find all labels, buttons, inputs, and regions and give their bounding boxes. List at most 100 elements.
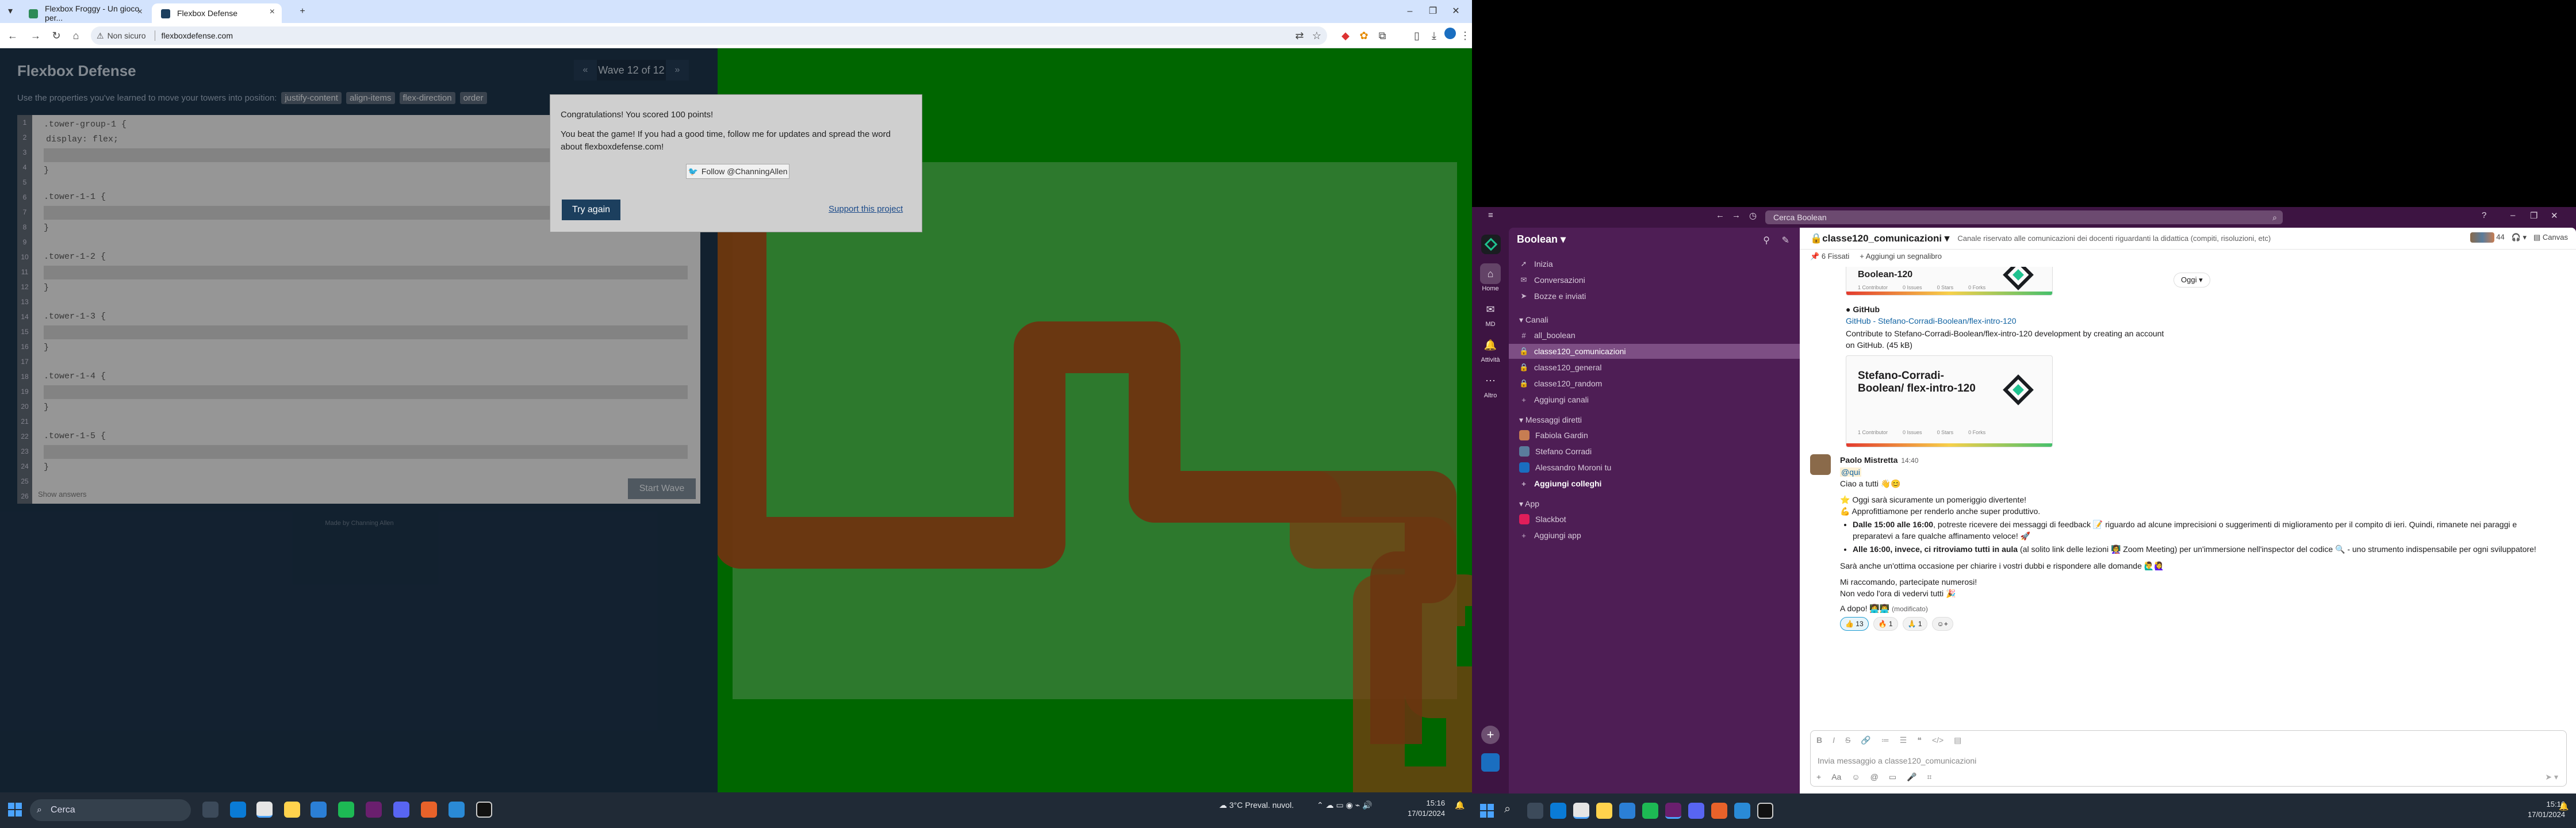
notification-icon[interactable]: 🔔	[2559, 802, 2569, 811]
file-explorer-icon[interactable]	[1596, 803, 1612, 819]
maximize-icon[interactable]: ❐	[2530, 210, 2537, 221]
clock[interactable]: 15:16 17/01/2024	[1408, 798, 1445, 819]
github-icon[interactable]	[1757, 803, 1773, 819]
rail-dm[interactable]: ✉ MD	[1472, 299, 1509, 328]
italic-icon[interactable]: I	[1833, 735, 1835, 745]
code-icon[interactable]: </>	[1932, 735, 1943, 745]
sidebar-item-channel-active[interactable]: 🔒 classe120_comunicazioni	[1509, 344, 1800, 359]
avatar[interactable]	[1810, 454, 1831, 475]
slack-icon[interactable]	[1665, 803, 1681, 819]
code-block-icon[interactable]: ▤	[1954, 735, 1961, 745]
workspace-name[interactable]: Boolean ▾	[1517, 233, 1566, 246]
members-button[interactable]: 44	[2470, 232, 2505, 243]
sidebar-item-dm[interactable]: Fabiola Gardin	[1509, 428, 1800, 443]
rail-activity[interactable]: 🔔 Attività	[1472, 335, 1509, 364]
compose-icon[interactable]: ✎	[1782, 235, 1789, 246]
edge-icon[interactable]	[1550, 803, 1566, 819]
github-icon[interactable]	[476, 802, 492, 818]
avatar[interactable]	[1481, 753, 1500, 772]
tab-flexbox-defense[interactable]: Flexbox Defense ×	[152, 3, 282, 23]
strike-icon[interactable]: S	[1845, 735, 1850, 745]
canvas-button[interactable]: ▤ Canvas	[2533, 233, 2568, 242]
translate-icon[interactable]: ⇄	[1291, 28, 1308, 44]
maximize-icon[interactable]: ❐	[1425, 3, 1441, 20]
close-tab-icon[interactable]: ×	[270, 7, 275, 17]
sidebar-item-conversazioni[interactable]: ✉ Conversazioni	[1509, 273, 1800, 288]
forward-icon[interactable]: →	[28, 28, 44, 44]
address-bar[interactable]: ⚠ Non sicuro flexboxdefense.com	[91, 26, 1327, 45]
github-link[interactable]: GitHub - Stefano-Corradi-Boolean/flex-in…	[1846, 316, 2016, 325]
bullet-list-icon[interactable]: ☰	[1900, 735, 1907, 745]
reload-icon[interactable]: ↻	[48, 28, 64, 44]
workspace-logo[interactable]	[1481, 235, 1501, 254]
spotify-icon[interactable]	[338, 802, 354, 818]
bold-icon[interactable]: B	[1816, 735, 1822, 745]
microphone-icon[interactable]: 🎤	[1907, 772, 1916, 782]
store-icon[interactable]	[310, 802, 327, 818]
windows-start-icon[interactable]	[8, 803, 22, 816]
pinned-button[interactable]: 📌 6 Fissati	[1810, 252, 1849, 261]
system-tray-icons[interactable]: ⌃ ☁ ▭ ◉ ⌁ 🔊	[1317, 800, 1372, 810]
sidebar-item-channel[interactable]: # all_boolean	[1509, 328, 1800, 343]
tab-flexbox-froggy[interactable]: Flexbox Froggy - Un gioco per... ×	[20, 3, 150, 23]
send-button[interactable]: ➤ ▾	[2545, 772, 2558, 782]
back-icon[interactable]: ←	[5, 28, 21, 44]
mention[interactable]: @qui	[1840, 467, 1861, 477]
download-icon[interactable]: ⤓	[1426, 28, 1442, 44]
app-icon[interactable]	[1711, 803, 1727, 819]
create-button[interactable]: +	[1481, 726, 1500, 744]
slack-search[interactable]: Cerca Boolean ⌕	[1765, 210, 2283, 224]
at-icon[interactable]: @	[1870, 772, 1879, 782]
extensions-puzzle-icon[interactable]: ⧉	[1374, 28, 1390, 44]
menu-icon[interactable]: ≡	[1488, 210, 1493, 220]
follow-twitter-button[interactable]: 🐦 Follow @ChanningAllen	[686, 164, 789, 179]
quote-icon[interactable]: ❝	[1917, 735, 1922, 745]
sidebar-item-dm[interactable]: Alessandro Moroni tu	[1509, 460, 1800, 475]
chrome-icon[interactable]	[256, 802, 273, 818]
channels-heading[interactable]: ▾ Canali	[1519, 315, 1548, 325]
close-window-icon[interactable]: ✕	[1448, 3, 1464, 20]
link-preview-card[interactable]: Stefano-Corradi-Boolean/ flex-intro-120 …	[1846, 355, 2053, 447]
history-icon[interactable]: ◷	[1749, 210, 1757, 221]
video-icon[interactable]: ▭	[1889, 772, 1896, 782]
task-view-icon[interactable]	[202, 802, 218, 818]
spotify-icon[interactable]	[1642, 803, 1658, 819]
vscode-icon[interactable]	[1734, 803, 1750, 819]
message-time[interactable]: 14:40	[1901, 457, 1918, 465]
sidebar-item-dm[interactable]: Stefano Corradi	[1509, 444, 1800, 459]
tab-search-icon[interactable]: ▾	[2, 3, 18, 20]
add-reaction-icon[interactable]: ☺+	[1931, 617, 1953, 631]
sidebar-item-app[interactable]: Slackbot	[1509, 512, 1800, 527]
sidepanel-icon[interactable]: ▯	[1409, 28, 1425, 44]
emoji-icon[interactable]: ☺	[1851, 772, 1860, 782]
minimize-icon[interactable]: –	[2510, 210, 2515, 220]
profile-avatar[interactable]	[1442, 28, 1458, 44]
link-icon[interactable]: 🔗	[1861, 735, 1870, 745]
text-format-icon[interactable]: Aa	[1831, 772, 1841, 782]
reaction-pill[interactable]: 🔥 1	[1873, 617, 1898, 631]
minimize-icon[interactable]: –	[1402, 3, 1418, 20]
extension-icon[interactable]: ◆	[1337, 28, 1354, 44]
close-tab-icon[interactable]: ×	[137, 7, 143, 17]
shortcut-icon[interactable]: ⌗	[1927, 772, 1932, 782]
filter-icon[interactable]: ⚲	[1763, 235, 1770, 246]
close-window-icon[interactable]: ✕	[2551, 210, 2558, 221]
ordered-list-icon[interactable]: ≔	[1881, 735, 1889, 745]
sidebar-item-inizia[interactable]: ➚ Inizia	[1509, 256, 1800, 271]
notification-icon[interactable]: 🔔	[1455, 800, 1465, 810]
taskbar-search[interactable]: ⌕ Cerca	[30, 799, 191, 821]
rail-more[interactable]: ⋯ Altro	[1472, 370, 1509, 400]
slack-icon[interactable]	[366, 802, 382, 818]
back-icon[interactable]: ←	[1716, 210, 1724, 220]
app-heading[interactable]: ▾ App	[1519, 499, 1539, 509]
bookmark-star-icon[interactable]: ☆	[1309, 28, 1325, 44]
add-app[interactable]: + Aggiungi app	[1509, 528, 1800, 543]
support-project-link[interactable]: Support this project	[829, 204, 903, 214]
sidebar-item-channel[interactable]: 🔒 classe120_random	[1509, 376, 1800, 391]
discord-icon[interactable]	[393, 802, 409, 818]
try-again-button[interactable]: Try again	[562, 200, 620, 220]
sidebar-item-channel[interactable]: 🔒 classe120_general	[1509, 360, 1800, 375]
edge-icon[interactable]	[230, 802, 246, 818]
new-tab-button[interactable]: +	[294, 3, 310, 20]
search-icon[interactable]: ⌕	[1504, 803, 1520, 819]
